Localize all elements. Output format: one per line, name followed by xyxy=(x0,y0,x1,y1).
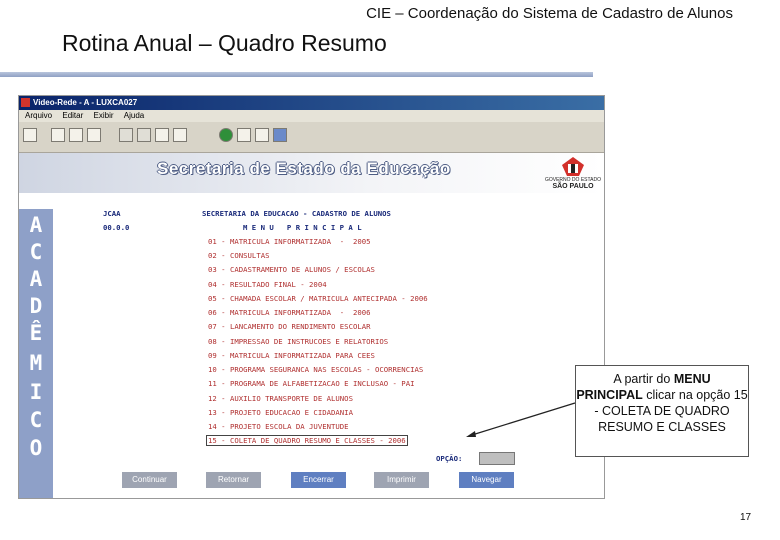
grid-icon[interactable] xyxy=(173,128,187,142)
terminal-code: 00.0.0 xyxy=(103,223,130,232)
paste-icon[interactable] xyxy=(69,128,83,142)
menu-option[interactable]: 13 - PROJETO EDUCACAO E CIDADANIA xyxy=(208,408,353,417)
terminal-user: JCAA xyxy=(103,209,121,218)
help-icon[interactable] xyxy=(219,128,233,142)
callout-text-1: A partir do xyxy=(613,372,671,386)
sidebar-letter: D xyxy=(29,294,43,318)
sidebar-letter: I xyxy=(29,380,43,404)
window-title: Video-Rede - A - LUXCA027 xyxy=(33,98,138,107)
menu-option[interactable]: 07 - LANCAMENTO DO RENDIMENTO ESCOLAR xyxy=(208,322,371,331)
menu-option[interactable]: 08 - IMPRESSAO DE INSTRUCOES E RELATORIO… xyxy=(208,337,388,346)
continuar-button[interactable]: Continuar xyxy=(122,472,177,488)
app-icon xyxy=(21,98,30,108)
font-a-icon[interactable] xyxy=(119,128,133,142)
window-control-icon[interactable] xyxy=(23,128,37,142)
transfer-icon[interactable] xyxy=(273,128,287,142)
copy-icon[interactable] xyxy=(51,128,65,142)
menu-option[interactable]: 09 - MATRICULA INFORMATIZADA PARA CEES xyxy=(208,351,375,360)
print-icon[interactable] xyxy=(87,128,101,142)
menu-principal-title: M E N U P R I N C I P A L xyxy=(243,223,362,232)
logo-name: SÃO PAULO xyxy=(552,183,594,190)
menu-option[interactable]: 03 - CADASTRAMENTO DE ALUNOS / ESCOLAS xyxy=(208,265,375,274)
menu-arquivo[interactable]: Arquivo xyxy=(25,111,52,120)
navegar-button[interactable]: Navegar xyxy=(459,472,514,488)
window-titlebar: Video-Rede - A - LUXCA027 xyxy=(19,96,604,110)
menu-option-selected[interactable]: 15 - COLETA DE QUADRO RESUMO E CLASSES -… xyxy=(206,435,408,446)
sidebar-letter: A xyxy=(29,213,43,237)
option-input[interactable] xyxy=(479,452,515,465)
font-a2-icon[interactable] xyxy=(137,128,151,142)
menu-option[interactable]: 01 - MATRICULA INFORMATIZADA - 2005 xyxy=(208,237,371,246)
sidebar-letter: A xyxy=(29,267,43,291)
terminal-header: SECRETARIA DA EDUCACAO - CADASTRO DE ALU… xyxy=(202,209,391,218)
document-icon[interactable] xyxy=(237,128,251,142)
callout-bold-2: PRINCIPAL xyxy=(576,388,643,402)
title-underline xyxy=(0,72,593,77)
sidebar-letter: O xyxy=(29,436,43,460)
option-label: OPÇÃO: xyxy=(436,454,463,463)
banner: Secretaria de Estado da Educação GOVERNO… xyxy=(19,153,604,193)
sidebar-letter: C xyxy=(29,240,43,264)
callout-bold-1: MENU xyxy=(673,372,711,386)
retornar-button[interactable]: Retornar xyxy=(206,472,261,488)
sidebar-letter: C xyxy=(29,408,43,432)
menu-option[interactable]: 12 - AUXILIO TRANSPORTE DE ALUNOS xyxy=(208,394,353,403)
menu-option[interactable]: 05 - CHAMADA ESCOLAR / MATRICULA ANTECIP… xyxy=(208,294,428,303)
slide-title: Rotina Anual – Quadro Resumo xyxy=(62,30,387,56)
menu-exibir[interactable]: Exibir xyxy=(94,111,114,120)
menu-option[interactable]: 04 - RESULTADO FINAL - 2004 xyxy=(208,280,327,289)
keyboard-icon[interactable] xyxy=(155,128,169,142)
edit-icon[interactable] xyxy=(255,128,269,142)
imprimir-button[interactable]: Imprimir xyxy=(374,472,429,488)
sidebar-letter: M xyxy=(29,351,43,375)
menu-option[interactable]: 10 - PROGRAMA SEGURANCA NAS ESCOLAS - OC… xyxy=(208,365,423,374)
academic-sidebar: A C A D Ê M I C O xyxy=(19,209,53,498)
menu-option[interactable]: 11 - PROGRAMA DE ALFABETIZACAO E INCLUSA… xyxy=(208,379,414,388)
menu-bar: Arquivo Editar Exibir Ajuda xyxy=(19,110,604,122)
instruction-callout: A partir do MENU PRINCIPAL clicar na opç… xyxy=(575,365,749,457)
encerrar-button[interactable]: Encerrar xyxy=(291,472,346,488)
slide-header: CIE – Coordenação do Sistema de Cadastro… xyxy=(366,5,733,22)
menu-option[interactable]: 06 - MATRICULA INFORMATIZADA - 2006 xyxy=(208,308,371,317)
toolbar xyxy=(19,122,604,153)
callout-arrow xyxy=(466,402,576,437)
sidebar-letter: Ê xyxy=(29,321,43,345)
banner-title: Secretaria de Estado da Educação xyxy=(157,159,451,178)
menu-option[interactable]: 14 - PROJETO ESCOLA DA JUVENTUDE xyxy=(208,422,349,431)
page-number: 17 xyxy=(740,512,752,523)
menu-editar[interactable]: Editar xyxy=(62,111,83,120)
sao-paulo-logo: GOVERNO DO ESTADO SÃO PAULO xyxy=(544,155,602,191)
menu-option[interactable]: 02 - CONSULTAS xyxy=(208,251,270,260)
menu-ajuda[interactable]: Ajuda xyxy=(124,111,144,120)
